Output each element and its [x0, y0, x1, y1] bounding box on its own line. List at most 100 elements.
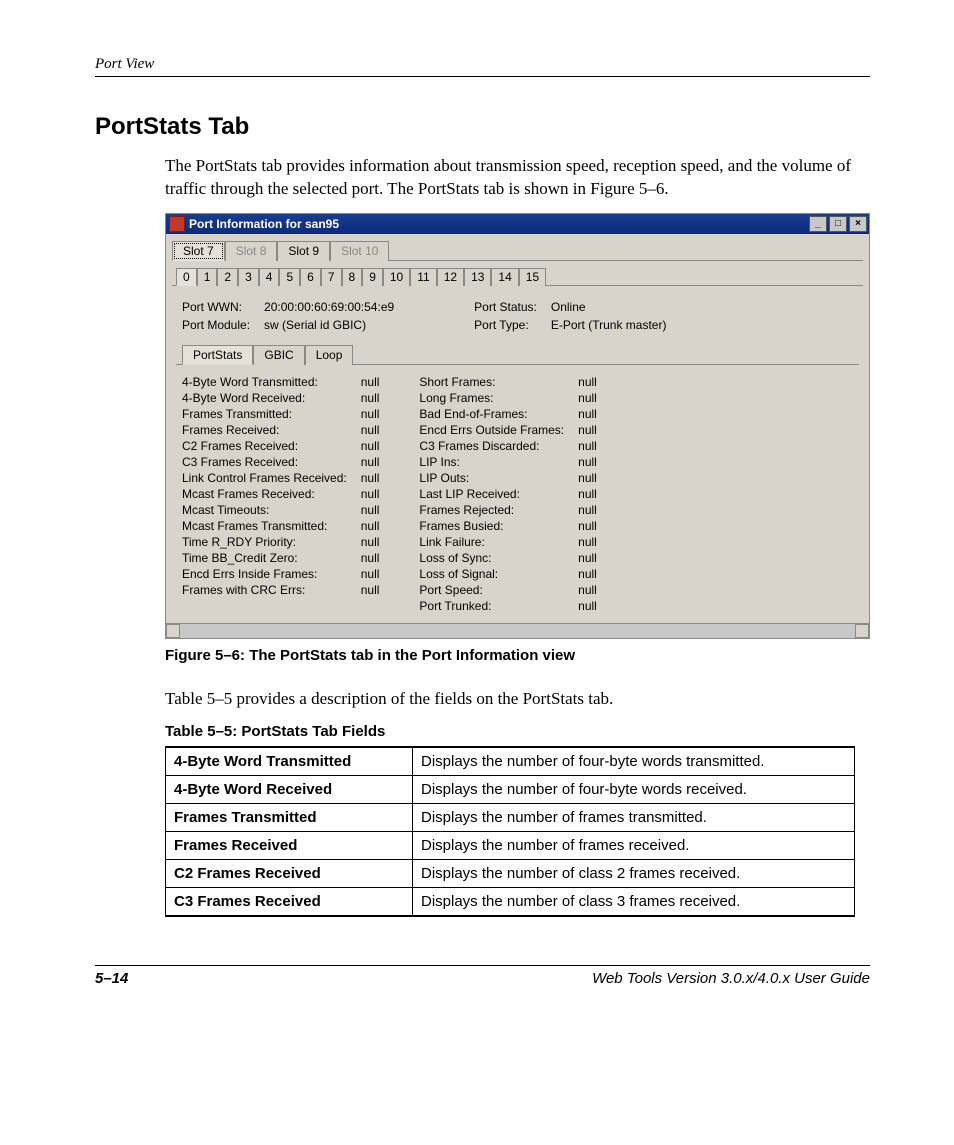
app-icon	[169, 216, 185, 232]
stat-label: C3 Frames Received:	[182, 455, 347, 469]
port-tab[interactable]: 3	[238, 268, 259, 286]
window-title: Port Information for san95	[189, 217, 339, 231]
stat-label: Port Trunked:	[419, 599, 564, 613]
port-tab[interactable]: 6	[300, 268, 321, 286]
stat-value: null	[578, 567, 597, 581]
stat-label: C2 Frames Received:	[182, 439, 347, 453]
port-tab[interactable]: 4	[259, 268, 280, 286]
stat-label: Time R_RDY Priority:	[182, 535, 347, 549]
stat-label: Frames Received:	[182, 423, 347, 437]
stat-value: null	[361, 471, 380, 485]
info-area: Port WWN: 20:00:00:60:69:00:54:e9 Port Mod…	[166, 286, 869, 336]
maximize-button[interactable]: □	[829, 216, 847, 232]
slot-tab[interactable]: Slot 7	[172, 241, 225, 261]
stat-value: null	[361, 551, 380, 565]
stat-label: Mcast Frames Transmitted:	[182, 519, 347, 533]
table-row: Frames TransmittedDisplays the number of…	[166, 803, 855, 831]
section-heading: PortStats Tab	[95, 113, 870, 141]
stat-value: null	[578, 455, 597, 469]
slot-tab[interactable]: Slot 9	[277, 241, 330, 261]
stat-label: Encd Errs Inside Frames:	[182, 567, 347, 581]
stat-label: 4-Byte Word Received:	[182, 391, 347, 405]
port-tab[interactable]: 2	[217, 268, 238, 286]
stat-value: null	[578, 519, 597, 533]
stats-subtab[interactable]: PortStats	[182, 345, 253, 365]
info-label: Port Module:	[182, 318, 250, 332]
intro-paragraph: The PortStats tab provides information a…	[165, 155, 870, 201]
stat-label: 4-Byte Word Transmitted:	[182, 375, 347, 389]
stat-label: Short Frames:	[419, 375, 564, 389]
stat-value: null	[578, 503, 597, 517]
port-tab[interactable]: 15	[519, 268, 546, 286]
stats-subtab[interactable]: Loop	[305, 345, 354, 365]
field-name: Frames Transmitted	[166, 803, 413, 831]
port-tab[interactable]: 5	[279, 268, 300, 286]
stats-subtab[interactable]: GBIC	[253, 345, 304, 365]
stat-value: null	[578, 599, 597, 613]
stat-value: null	[578, 439, 597, 453]
close-button[interactable]: ×	[849, 216, 867, 232]
port-tab[interactable]: 13	[464, 268, 491, 286]
info-label: Port WWN:	[182, 300, 250, 314]
table-row: Frames ReceivedDisplays the number of fr…	[166, 831, 855, 859]
stat-label: Mcast Timeouts:	[182, 503, 347, 517]
page-footer: 5–14 Web Tools Version 3.0.x/4.0.x User …	[95, 965, 870, 987]
stat-value: null	[361, 487, 380, 501]
port-tab[interactable]: 0	[176, 268, 197, 286]
stat-value: null	[361, 375, 380, 389]
field-name: C2 Frames Received	[166, 859, 413, 887]
page-number: 5–14	[95, 970, 128, 987]
field-desc: Displays the number of class 3 frames re…	[413, 887, 855, 916]
stat-value: null	[361, 391, 380, 405]
port-tab[interactable]: 14	[491, 268, 518, 286]
table-row: 4-Byte Word ReceivedDisplays the number …	[166, 775, 855, 803]
field-desc: Displays the number of four-byte words r…	[413, 775, 855, 803]
window-titlebar[interactable]: Port Information for san95 _ □ ×	[166, 214, 869, 234]
info-value: 20:00:00:60:69:00:54:e9	[264, 300, 394, 314]
port-tab[interactable]: 11	[410, 268, 436, 286]
info-value: sw (Serial id GBIC)	[264, 318, 394, 332]
stat-value: null	[578, 423, 597, 437]
info-value: Online	[551, 300, 667, 314]
screenshot-port-info: Port Information for san95 _ □ × Slot 7S…	[165, 213, 870, 639]
stat-label: Frames Transmitted:	[182, 407, 347, 421]
stat-value: null	[578, 407, 597, 421]
field-desc: Displays the number of frames received.	[413, 831, 855, 859]
top-rule	[95, 76, 870, 77]
horizontal-scrollbar[interactable]	[166, 623, 869, 638]
stat-value: null	[361, 439, 380, 453]
port-tab[interactable]: 1	[197, 268, 218, 286]
stat-value: null	[361, 423, 380, 437]
stat-label: LIP Ins:	[419, 455, 564, 469]
slot-tab-row: Slot 7Slot 8Slot 9Slot 10	[166, 234, 869, 260]
subtab-row: PortStatsGBICLoop	[166, 336, 869, 364]
stat-value: null	[361, 583, 380, 597]
stat-value: null	[361, 407, 380, 421]
slot-tab: Slot 8	[225, 241, 278, 261]
stat-value: null	[361, 519, 380, 533]
field-name: C3 Frames Received	[166, 887, 413, 916]
stat-label: Last LIP Received:	[419, 487, 564, 501]
field-name: 4-Byte Word Received	[166, 775, 413, 803]
minimize-button[interactable]: _	[809, 216, 827, 232]
stat-value: null	[578, 535, 597, 549]
stat-value: null	[578, 471, 597, 485]
stat-label: C3 Frames Discarded:	[419, 439, 564, 453]
port-tab[interactable]: 9	[362, 268, 383, 286]
stat-label: Frames Rejected:	[419, 503, 564, 517]
info-label: Port Type:	[474, 318, 537, 332]
table-row: C3 Frames ReceivedDisplays the number of…	[166, 887, 855, 916]
stat-label: Port Speed:	[419, 583, 564, 597]
info-value: E-Port (Trunk master)	[551, 318, 667, 332]
stat-label: LIP Outs:	[419, 471, 564, 485]
port-tab[interactable]: 7	[321, 268, 342, 286]
table-row: 4-Byte Word TransmittedDisplays the numb…	[166, 747, 855, 776]
fields-table: 4-Byte Word TransmittedDisplays the numb…	[165, 746, 855, 917]
stat-label: Link Failure:	[419, 535, 564, 549]
port-tab[interactable]: 12	[437, 268, 464, 286]
port-tab[interactable]: 8	[342, 268, 363, 286]
port-tab[interactable]: 10	[383, 268, 410, 286]
stat-value: null	[578, 391, 597, 405]
stat-label: Time BB_Credit Zero:	[182, 551, 347, 565]
stat-label: Frames Busied:	[419, 519, 564, 533]
